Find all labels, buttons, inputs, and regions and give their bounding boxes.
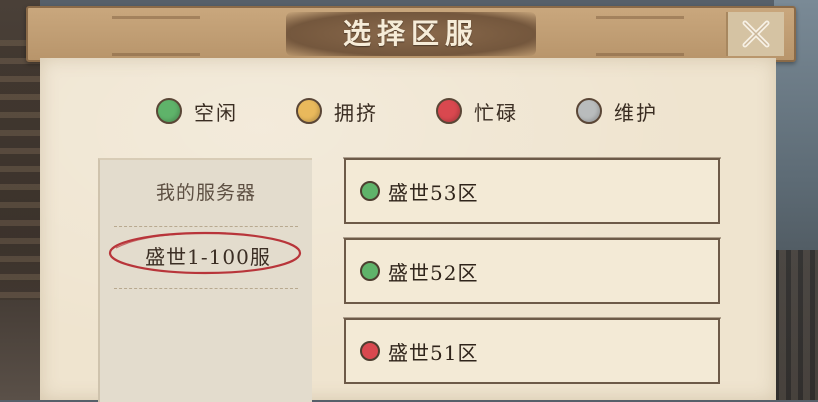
status-dot-icon — [296, 98, 322, 124]
legend-label: 空闲 — [194, 100, 238, 125]
status-dot-icon — [360, 341, 380, 361]
status-legend: 空闲 拥挤 忙碌 维护 — [156, 94, 716, 128]
page-title: 选择区服 — [342, 17, 479, 50]
title-bar: 选择区服 — [26, 6, 796, 62]
server-group-sidebar: 我的服务器 盛世1-100服 — [98, 158, 312, 402]
my-servers-tab[interactable]: 我的服务器 — [100, 178, 312, 205]
divider — [114, 226, 298, 227]
server-list-item[interactable]: 盛世52区 — [343, 237, 721, 304]
server-group-label: 盛世1-100服 — [145, 244, 271, 269]
legend-item-idle: 空闲 — [156, 94, 296, 128]
status-dot-icon — [360, 181, 380, 201]
server-list-item[interactable]: 盛世51区 — [343, 317, 721, 384]
server-name: 盛世53区 — [388, 180, 479, 205]
legend-label: 忙碌 — [474, 100, 518, 125]
legend-item-maintenance: 维护 — [576, 94, 716, 128]
divider — [114, 288, 298, 289]
title-ornament-left — [112, 16, 200, 56]
title-plaque: 选择区服 — [286, 12, 536, 56]
status-dot-icon — [436, 98, 462, 124]
legend-item-crowded: 拥挤 — [296, 94, 436, 128]
close-icon — [742, 20, 770, 48]
status-dot-icon — [360, 261, 380, 281]
server-group-item[interactable]: 盛世1-100服 — [106, 230, 310, 280]
server-name: 盛世52区 — [388, 260, 479, 285]
legend-label: 拥挤 — [334, 100, 378, 125]
server-name: 盛世51区 — [388, 340, 479, 365]
status-dot-icon — [576, 98, 602, 124]
server-list-item[interactable]: 盛世53区 — [343, 157, 721, 224]
legend-label: 维护 — [614, 100, 658, 125]
title-ornament-right — [596, 16, 684, 56]
server-select-panel: 空闲 拥挤 忙碌 维护 我的服务器 盛世1-100服 盛世53区 盛世52区 盛… — [40, 58, 776, 402]
status-dot-icon — [156, 98, 182, 124]
close-button[interactable] — [726, 12, 784, 56]
legend-item-busy: 忙碌 — [436, 94, 576, 128]
